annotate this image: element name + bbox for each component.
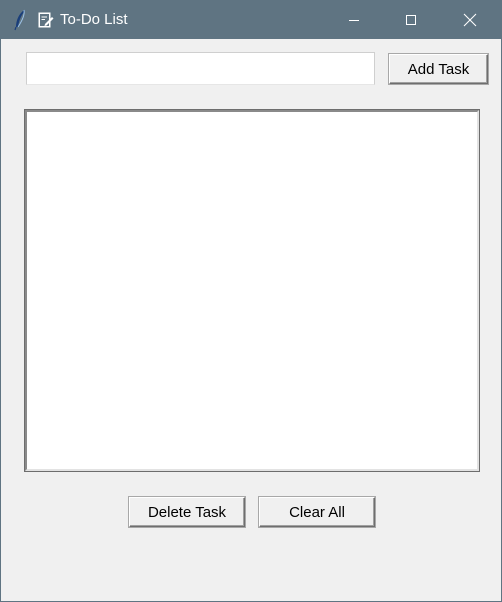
window-title: To-Do List bbox=[60, 11, 128, 28]
tk-feather-icon bbox=[14, 9, 25, 31]
minimize-icon bbox=[349, 20, 359, 21]
add-task-button[interactable]: Add Task bbox=[389, 54, 488, 84]
task-list[interactable] bbox=[25, 110, 479, 471]
maximize-button[interactable] bbox=[388, 1, 434, 39]
maximize-icon bbox=[406, 15, 416, 25]
close-button[interactable] bbox=[447, 1, 493, 39]
notepad-icon bbox=[38, 12, 54, 28]
title-bar[interactable]: To-Do List bbox=[1, 1, 501, 39]
close-icon bbox=[463, 13, 477, 27]
minimize-button[interactable] bbox=[331, 1, 377, 39]
task-input[interactable] bbox=[26, 52, 375, 85]
clear-all-button[interactable]: Clear All bbox=[259, 497, 375, 527]
delete-task-button[interactable]: Delete Task bbox=[129, 497, 245, 527]
app-window: To-Do List Add Task Delete Task Clear Al… bbox=[0, 0, 502, 602]
